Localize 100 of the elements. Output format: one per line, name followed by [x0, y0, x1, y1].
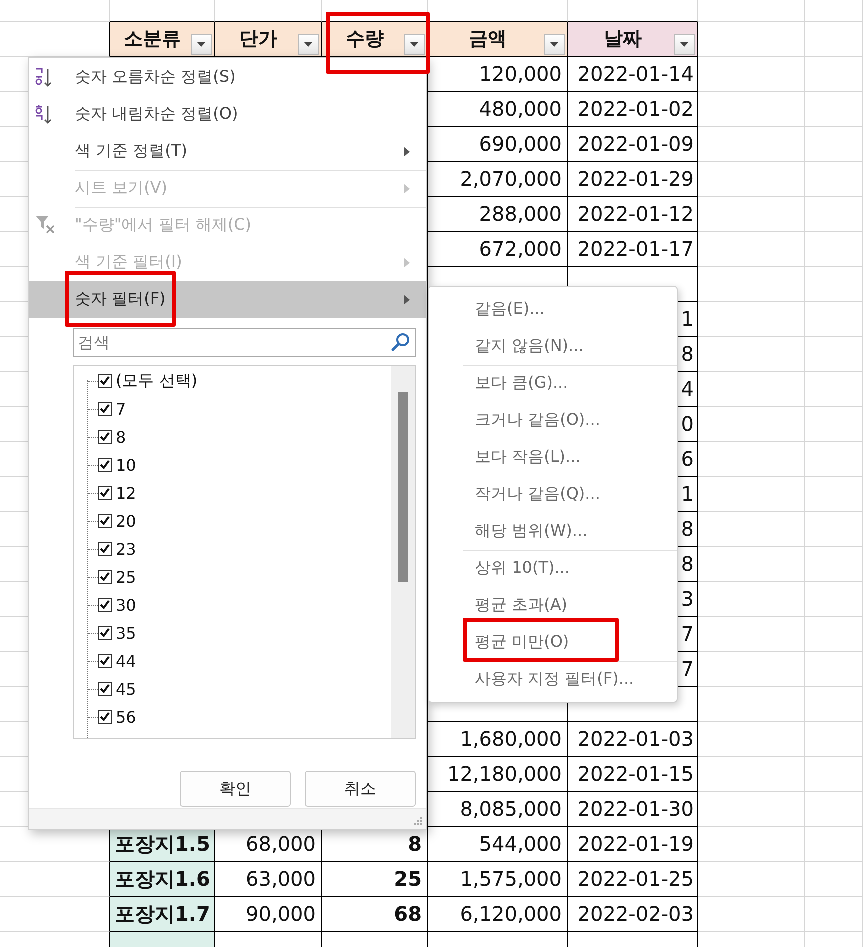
table-cell: 2022-01-12	[568, 197, 698, 232]
checkbox[interactable]	[98, 486, 112, 500]
menu-item[interactable]: 숫자 오름차순 정렬(S)	[29, 59, 426, 96]
sheet-cell	[805, 547, 863, 582]
table-cell: 25	[322, 862, 428, 897]
table-cell: 2022-01-25	[568, 862, 698, 897]
dialog-button[interactable]: 확인	[180, 771, 291, 807]
filter-dropdown-button[interactable]	[191, 34, 212, 54]
table-cell: 2022-01-17	[568, 232, 698, 267]
checkbox[interactable]	[98, 374, 112, 388]
scrollbar-thumb[interactable]	[398, 392, 408, 582]
table-cell: 690,000	[428, 127, 568, 162]
value-option[interactable]: 10	[74, 451, 391, 479]
caret-icon	[197, 42, 206, 46]
value-option[interactable]: 25	[74, 563, 391, 591]
checkbox[interactable]	[98, 430, 112, 444]
filter-dropdown-button[interactable]	[674, 34, 695, 54]
table-cell: 2022-01-02	[568, 92, 698, 127]
sheet-cell	[805, 862, 863, 897]
filter-clear-icon	[35, 215, 57, 235]
table-cell: 1,680,000	[428, 722, 568, 757]
value-option[interactable]: 35	[74, 619, 391, 647]
table-cell: 2022-01-29	[568, 162, 698, 197]
table-cell: 2022-01-09	[568, 127, 698, 162]
sheet-cell	[805, 617, 863, 652]
sheet-cell	[805, 162, 863, 197]
sheet-cell	[805, 442, 863, 477]
checkbox[interactable]	[98, 682, 112, 696]
table-cell: 480,000	[428, 92, 568, 127]
value-option[interactable]: 44	[74, 647, 391, 675]
checkbox[interactable]	[98, 514, 112, 528]
sheet-cell	[805, 757, 863, 792]
sheet-cell	[805, 302, 863, 337]
value-option[interactable]: 45	[74, 675, 391, 703]
menu-item[interactable]: 색 기준 정렬(T)	[29, 133, 426, 170]
checkbox[interactable]	[98, 542, 112, 556]
sheet-cell	[805, 687, 863, 722]
table-cell: 8,085,000	[428, 792, 568, 827]
checkbox[interactable]	[98, 458, 112, 472]
checkbox[interactable]	[98, 710, 112, 724]
table-cell: 포장지1.5	[110, 827, 215, 862]
sheet-cell	[805, 407, 863, 442]
filter-dropdown-button[interactable]	[298, 34, 319, 54]
filter-dropdown-button[interactable]	[404, 34, 425, 54]
submenu-arrow-icon	[404, 295, 410, 305]
checkbox[interactable]	[98, 626, 112, 640]
submenu-arrow-icon	[404, 258, 410, 268]
table-cell: 90,000	[215, 897, 322, 932]
checkbox[interactable]	[98, 570, 112, 584]
value-option[interactable]: 30	[74, 591, 391, 619]
menu-item[interactable]: 숫자 필터(F)	[29, 281, 426, 318]
sheet-cell	[805, 792, 863, 827]
filter-dropdown-button[interactable]	[544, 34, 565, 54]
checkbox[interactable]	[98, 654, 112, 668]
value-option[interactable]: (모두 선택)	[74, 367, 391, 395]
sheet-cell	[805, 127, 863, 162]
value-option[interactable]: 8	[74, 423, 391, 451]
value-option[interactable]: 7	[74, 395, 391, 423]
value-option[interactable]: 20	[74, 507, 391, 535]
column-title: 수량	[345, 27, 385, 52]
table-cell: 12,180,000	[428, 757, 568, 792]
caret-icon	[304, 42, 313, 46]
sheet-cell	[805, 582, 863, 617]
table-cell: 포장지1.6	[110, 862, 215, 897]
value-option[interactable]: 56	[74, 703, 391, 731]
sheet-cell	[805, 477, 863, 512]
table-cell: 288,000	[428, 197, 568, 232]
dialog-button[interactable]: 취소	[305, 771, 416, 807]
sheet-cell	[805, 337, 863, 372]
checkbox[interactable]	[98, 598, 112, 612]
sheet-cell	[805, 92, 863, 127]
table-cell: 1,575,000	[428, 862, 568, 897]
value-option[interactable]: 23	[74, 535, 391, 563]
submenu-arrow-icon	[404, 184, 410, 194]
menu-item[interactable]: 숫자 내림차순 정렬(O)	[29, 96, 426, 133]
checkbox[interactable]	[98, 402, 112, 416]
table-cell: 2022-01-19	[568, 827, 698, 862]
sheet-cell	[805, 827, 863, 862]
table-cell: 2022-01-30	[568, 792, 698, 827]
table-cell: 672,000	[428, 232, 568, 267]
search-icon	[391, 332, 411, 352]
table-cell: 2022-01-14	[568, 57, 698, 92]
sheet-cell	[805, 232, 863, 267]
value-option[interactable]: 12	[74, 479, 391, 507]
submenu-arrow-icon	[404, 147, 410, 157]
column-title: 소분류	[123, 27, 182, 52]
search-field[interactable]: 검색	[73, 328, 416, 357]
column-title: 단가	[238, 27, 278, 52]
caret-icon	[680, 42, 689, 46]
table-cell: 120,000	[428, 57, 568, 92]
table-cell: 2022-01-15	[568, 757, 698, 792]
table-cell: 2022-02-03	[568, 897, 698, 932]
table-cell: 2,070,000	[428, 162, 568, 197]
sheet-cell	[805, 57, 863, 92]
column-title: 날짜	[603, 27, 643, 52]
table-cell: 68	[322, 897, 428, 932]
sheet-cell	[805, 267, 863, 302]
resize-grip-icon[interactable]	[414, 817, 423, 826]
sheet-cell	[805, 512, 863, 547]
caret-icon	[410, 42, 419, 46]
